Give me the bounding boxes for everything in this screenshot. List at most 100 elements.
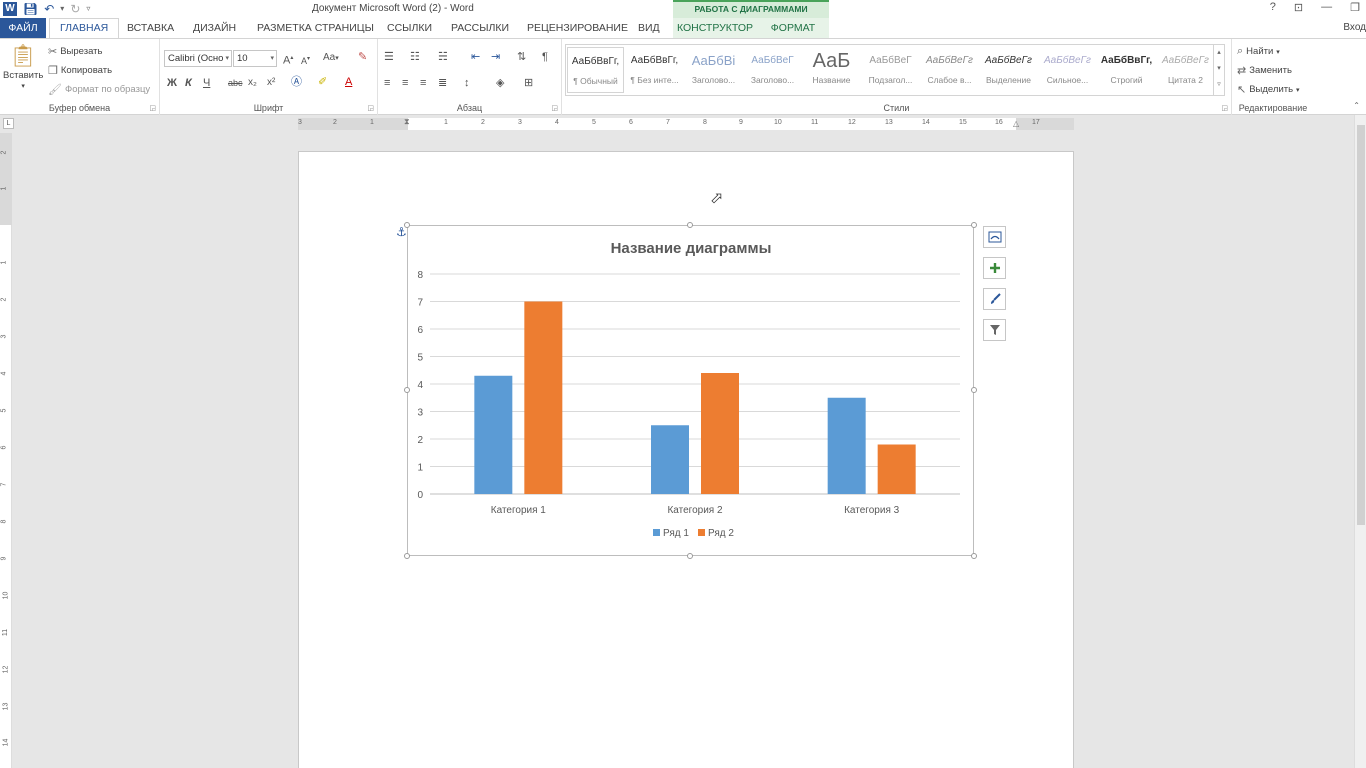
multilevel-list-icon[interactable]: ☵ bbox=[438, 50, 448, 64]
legend-label[interactable]: Ряд 1 bbox=[663, 528, 689, 539]
right-indent-marker-icon[interactable]: △ bbox=[1013, 119, 1019, 128]
bar[interactable] bbox=[701, 373, 739, 494]
y-tick-label[interactable]: 7 bbox=[417, 298, 423, 309]
bar[interactable] bbox=[827, 397, 866, 494]
chart-filters-button[interactable] bbox=[983, 319, 1006, 341]
superscript-button[interactable]: x² bbox=[267, 76, 275, 90]
strikethrough-button[interactable]: abc bbox=[228, 76, 243, 90]
change-case-button[interactable]: Aa▾ bbox=[323, 51, 339, 66]
font-name-combo[interactable]: Calibri (Осно ▾ bbox=[164, 50, 232, 67]
legend-label[interactable]: Ряд 2 bbox=[708, 528, 734, 539]
resize-handle[interactable] bbox=[687, 553, 693, 559]
find-button[interactable]: ⌕ Найти ▾ bbox=[1237, 45, 1280, 58]
ribbon-options-button[interactable]: ⊡ bbox=[1294, 1, 1303, 14]
select-button[interactable]: ↖ Выделить ▾ bbox=[1237, 83, 1300, 96]
redo-icon[interactable]: ↻ bbox=[70, 2, 80, 16]
style-item-no-spacing[interactable]: АаБбВвГг, ¶ Без инте... bbox=[626, 47, 683, 93]
bullets-icon[interactable]: ☰ bbox=[384, 50, 394, 64]
borders-icon[interactable]: ⊞ bbox=[524, 76, 533, 90]
bold-button[interactable]: Ж bbox=[167, 76, 177, 90]
dialog-launcher-icon[interactable]: ◲ bbox=[551, 104, 558, 112]
tab-selector[interactable]: L bbox=[3, 118, 14, 129]
save-icon[interactable]: 💾︎ bbox=[23, 2, 38, 16]
y-tick-label[interactable]: 5 bbox=[417, 353, 423, 364]
restore-button[interactable]: ❐ bbox=[1350, 1, 1360, 14]
bar[interactable] bbox=[524, 301, 563, 495]
tab-file[interactable]: ФАЙЛ bbox=[0, 18, 46, 39]
style-item-heading2[interactable]: АаБбВеГ Заголово... bbox=[744, 47, 801, 93]
tab-design[interactable]: ДИЗАЙН bbox=[193, 18, 236, 39]
tab-format[interactable]: ФОРМАТ bbox=[757, 18, 829, 39]
dialog-launcher-icon[interactable]: ◲ bbox=[149, 104, 156, 112]
chevron-up-icon[interactable]: ▴ bbox=[1214, 45, 1224, 61]
resize-handle[interactable] bbox=[404, 222, 410, 228]
chart-styles-button[interactable] bbox=[983, 288, 1006, 310]
legend-swatch[interactable] bbox=[653, 529, 660, 536]
style-item-subtitle[interactable]: АаБбВеГ Подзагол... bbox=[862, 47, 919, 93]
chevron-down-icon[interactable]: ▾ bbox=[60, 2, 64, 16]
gallery-more-icon[interactable]: ▿ bbox=[1214, 77, 1224, 93]
font-size-combo[interactable]: 10 ▾ bbox=[233, 50, 277, 67]
decrease-indent-icon[interactable]: ⇤ bbox=[471, 50, 480, 64]
numbering-icon[interactable]: ☷ bbox=[410, 50, 420, 64]
tab-insert[interactable]: ВСТАВКА bbox=[127, 18, 174, 39]
tab-mailings[interactable]: РАССЫЛКИ bbox=[451, 18, 509, 39]
shrink-font-button[interactable]: A▾ bbox=[301, 52, 310, 68]
style-item-heading1[interactable]: АаБбВі Заголово... bbox=[685, 47, 742, 93]
highlight-icon[interactable]: ✐ bbox=[318, 75, 327, 89]
underline-button[interactable]: Ч bbox=[203, 76, 210, 90]
italic-button[interactable]: К bbox=[185, 76, 192, 90]
customize-qat-icon[interactable]: ▿ bbox=[86, 2, 90, 16]
chart-elements-button[interactable] bbox=[983, 257, 1006, 279]
dialog-launcher-icon[interactable]: ◲ bbox=[1221, 104, 1228, 112]
style-item-subtle-emphasis[interactable]: АаБбВеГг Слабое в... bbox=[921, 47, 978, 93]
resize-handle[interactable] bbox=[971, 387, 977, 393]
chevron-down-icon[interactable]: ▾ bbox=[1214, 61, 1224, 77]
show-marks-icon[interactable]: ¶ bbox=[542, 50, 548, 64]
minimize-button[interactable]: — bbox=[1321, 1, 1332, 14]
y-tick-label[interactable]: 3 bbox=[417, 408, 423, 419]
clear-formatting-icon[interactable]: ✎ bbox=[358, 50, 367, 64]
layout-options-button[interactable] bbox=[983, 226, 1006, 248]
x-tick-label[interactable]: Категория 1 bbox=[491, 505, 547, 516]
resize-handle[interactable] bbox=[404, 387, 410, 393]
chart-title[interactable]: Название диаграммы bbox=[611, 240, 772, 257]
align-left-icon[interactable]: ≡ bbox=[384, 76, 390, 90]
style-item-quote2[interactable]: АаБбВеГг Цитата 2 bbox=[1157, 47, 1214, 93]
line-spacing-icon[interactable]: ↕ bbox=[464, 76, 470, 90]
bar[interactable] bbox=[651, 425, 689, 494]
indent-marker-icon[interactable]: ⧗ bbox=[404, 117, 410, 127]
bar[interactable] bbox=[877, 444, 916, 495]
tab-home[interactable]: ГЛАВНАЯ bbox=[49, 18, 120, 39]
tab-layout[interactable]: РАЗМЕТКА СТРАНИЦЫ bbox=[257, 18, 374, 39]
legend-swatch[interactable] bbox=[698, 529, 705, 536]
shading-icon[interactable]: ◈ bbox=[496, 76, 504, 90]
align-center-icon[interactable]: ≡ bbox=[402, 76, 408, 90]
collapse-ribbon-icon[interactable]: ⌃ bbox=[1353, 101, 1360, 110]
format-painter-button[interactable]: 🖌︎ Формат по образцу bbox=[48, 83, 150, 96]
resize-handle[interactable] bbox=[971, 222, 977, 228]
bar[interactable] bbox=[474, 375, 513, 494]
tab-view[interactable]: ВИД bbox=[638, 18, 660, 39]
vertical-ruler[interactable]: 2 1 1 2 3 4 5 6 7 8 9 10 11 12 13 14 bbox=[0, 133, 12, 768]
align-right-icon[interactable]: ≡ bbox=[420, 76, 426, 90]
gallery-scroll[interactable]: ▴ ▾ ▿ bbox=[1213, 45, 1224, 95]
increase-indent-icon[interactable]: ⇥ bbox=[491, 50, 500, 64]
y-tick-label[interactable]: 6 bbox=[417, 325, 423, 336]
word-logo-icon[interactable]: W bbox=[3, 2, 17, 16]
x-tick-label[interactable]: Категория 2 bbox=[667, 505, 723, 516]
x-tick-label[interactable]: Категория 3 bbox=[844, 505, 900, 516]
style-item-title[interactable]: АаБ Название bbox=[803, 47, 860, 93]
chart-object[interactable]: Название диаграммы 0 1 2 3 4 5 6 7 8 Категория 1 Ка… bbox=[407, 225, 974, 556]
sort-icon[interactable]: ⇅ bbox=[517, 50, 526, 64]
paste-button[interactable]: 📋︎ Вставить ▾ bbox=[3, 43, 43, 90]
justify-icon[interactable]: ≣ bbox=[438, 76, 447, 90]
replace-button[interactable]: ⇄ Заменить bbox=[1237, 64, 1292, 77]
tab-constructor[interactable]: КОНСТРУКТОР bbox=[673, 18, 757, 39]
y-tick-label[interactable]: 2 bbox=[417, 435, 423, 446]
resize-handle[interactable] bbox=[404, 553, 410, 559]
chart-svg[interactable]: Название диаграммы 0 1 2 3 4 5 6 7 8 Категория 1 Ка… bbox=[408, 226, 975, 557]
y-tick-label[interactable]: 4 bbox=[417, 380, 423, 391]
horizontal-ruler[interactable]: 3 2 1 1 2 3 4 5 6 7 8 9 10 11 12 13 14 1… bbox=[298, 117, 1074, 130]
style-item-normal[interactable]: АаБбВвГг, ¶ Обычный bbox=[567, 47, 624, 93]
